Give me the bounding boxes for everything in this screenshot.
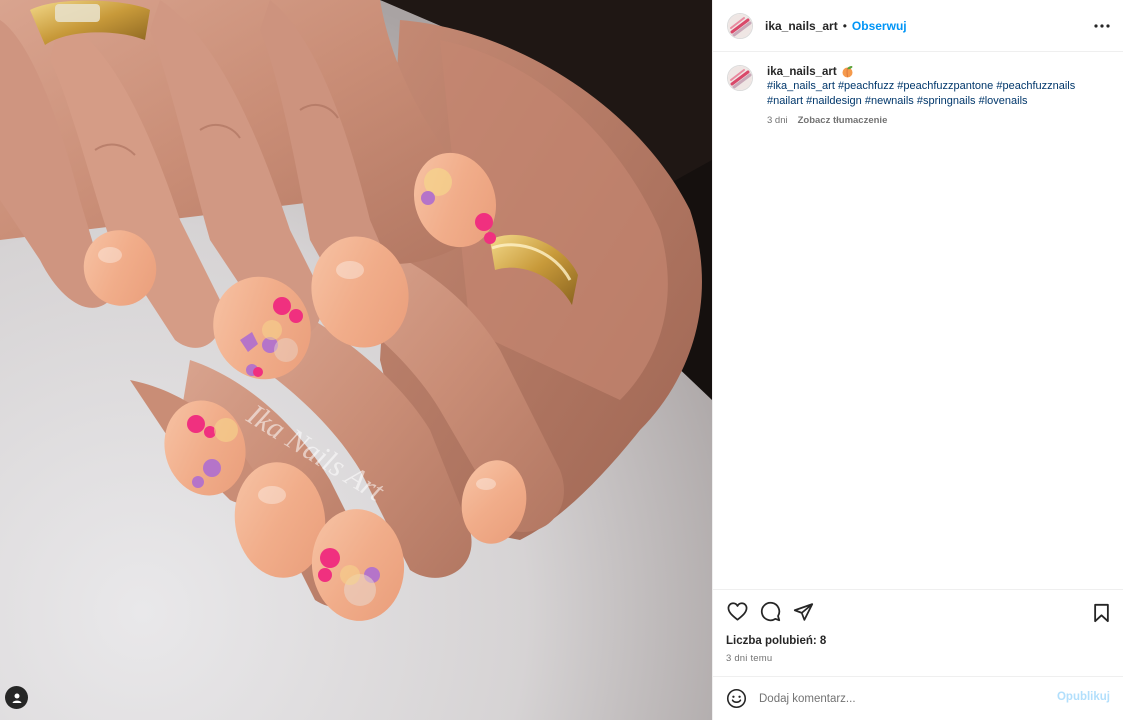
- action-bar: [713, 589, 1123, 633]
- hashtag-link[interactable]: #springnails: [917, 95, 976, 107]
- nail-art-image: Ika Nails Art: [0, 0, 712, 720]
- share-icon: [793, 602, 813, 621]
- user-tag-icon: [12, 693, 21, 703]
- more-options-icon: [1094, 24, 1110, 28]
- comment-input[interactable]: [759, 692, 1029, 705]
- caption-meta: 3 dni Zobacz tłumaczenie: [767, 115, 1112, 126]
- comment-icon: [760, 601, 780, 622]
- avatar[interactable]: [727, 12, 753, 39]
- avatar-image: [728, 66, 752, 90]
- like-button[interactable]: [726, 601, 748, 623]
- post-timestamp[interactable]: 3 dni temu: [726, 653, 772, 664]
- caption-hashtags: #ika_nails_art #peachfuzz #peachfuzzpant…: [767, 79, 1112, 109]
- caption-username-row: ika_nails_art: [767, 65, 1112, 78]
- comment-button[interactable]: [759, 601, 781, 623]
- bookmark-icon: [1093, 603, 1109, 623]
- publish-button[interactable]: Opublikuj: [1057, 691, 1110, 703]
- heart-icon: [727, 602, 747, 621]
- header-username[interactable]: ika_nails_art: [765, 19, 838, 33]
- peach-emoji-icon: [842, 66, 853, 78]
- comment-bar: Opublikuj: [713, 676, 1123, 720]
- emoji-button[interactable]: [725, 688, 747, 710]
- caption-username[interactable]: ika_nails_art: [767, 66, 837, 78]
- more-options-button[interactable]: [1092, 16, 1112, 36]
- hashtag-link[interactable]: #peachfuzzpantone: [897, 80, 993, 92]
- post-photo[interactable]: Ika Nails Art: [0, 0, 712, 720]
- hashtag-link[interactable]: #nailart: [767, 95, 803, 107]
- emoji-icon: [726, 688, 746, 709]
- hashtag-link[interactable]: #lovenails: [979, 95, 1028, 107]
- likes-count[interactable]: Liczba polubień: 8: [726, 635, 826, 647]
- post-header: ika_nails_art • Obserwuj: [713, 0, 1123, 52]
- save-button[interactable]: [1091, 602, 1111, 624]
- user-tag-button[interactable]: [5, 686, 28, 709]
- caption-body: ika_nails_art #ika_nails_art #peachfuzz …: [767, 65, 1112, 127]
- separator-dot: •: [842, 18, 847, 33]
- hashtag-link[interactable]: #peachfuzznails: [996, 80, 1075, 92]
- hashtag-link[interactable]: #ika_nails_art: [767, 80, 835, 92]
- hashtag-link[interactable]: #peachfuzz: [838, 80, 894, 92]
- hashtag-link[interactable]: #newnails: [865, 95, 914, 107]
- share-button[interactable]: [792, 601, 814, 623]
- caption-avatar[interactable]: [727, 65, 753, 91]
- post-caption: ika_nails_art #ika_nails_art #peachfuzz …: [727, 65, 1112, 126]
- hashtag-link[interactable]: #naildesign: [806, 95, 862, 107]
- caption-age[interactable]: 3 dni: [767, 115, 788, 126]
- follow-button[interactable]: Obserwuj: [852, 19, 907, 33]
- see-translation-button[interactable]: Zobacz tłumaczenie: [798, 115, 888, 126]
- post-panel: ika_nails_art • Obserwuj ika_nails_art #…: [712, 0, 1123, 720]
- avatar-image: [728, 13, 752, 38]
